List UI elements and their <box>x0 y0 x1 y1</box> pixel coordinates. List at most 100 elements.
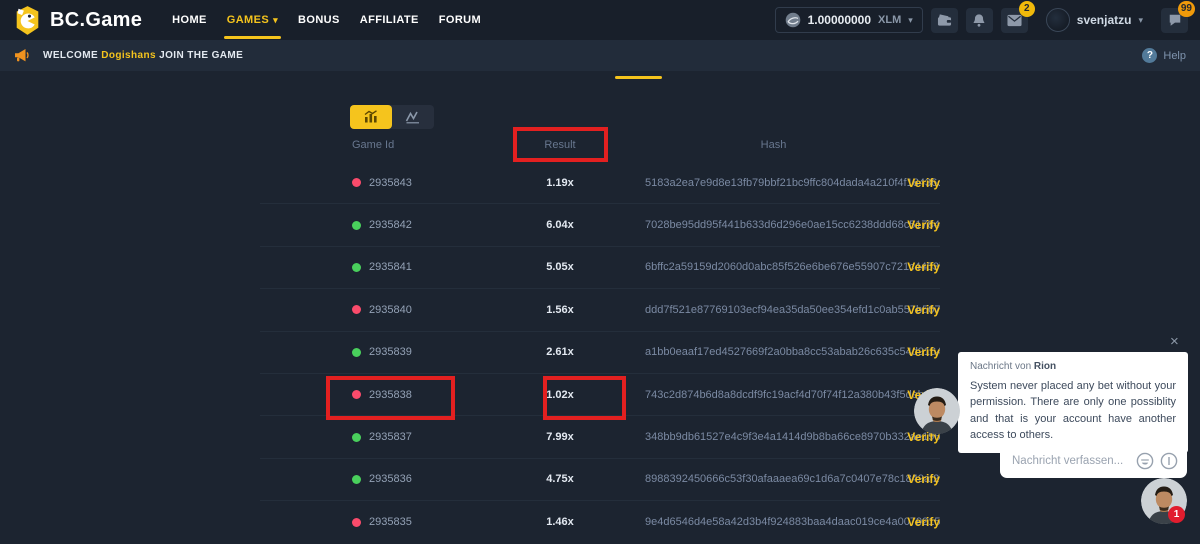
hash-value: 6bffc2a59159d2060d0abc85f526e6be676e5590… <box>645 261 940 273</box>
verify-link[interactable]: Verify <box>907 515 940 529</box>
verify-link[interactable]: Verify <box>907 218 940 232</box>
text-cursor-icon[interactable] <box>1160 452 1178 470</box>
hash-cell: 6bffc2a59159d2060d0abc85f526e6be676e5590… <box>630 261 940 273</box>
brand-logo[interactable]: BC.Game <box>14 5 142 36</box>
nav-games[interactable]: GAMES ▾ <box>227 0 278 40</box>
welcome-message: WELCOME Dogishans JOIN THE GAME <box>43 50 243 61</box>
result-value: 1.46x <box>546 516 574 528</box>
hash-value: 348bb9db61527e4c9f3e4a1414d9b8ba66ce8970… <box>645 431 940 443</box>
result-cell: 2.61x <box>490 346 630 358</box>
status-dot <box>352 518 361 527</box>
column-header-result: Result <box>490 139 630 151</box>
balance-selector[interactable]: 1.00000000 XLM ▾ <box>775 7 923 33</box>
bar-chart-icon <box>363 110 379 124</box>
result-cell: 1.19x <box>490 177 630 189</box>
nav-affiliate[interactable]: AFFILIATE <box>360 0 419 40</box>
question-mark-icon: ? <box>1142 48 1157 63</box>
chat-unread-badge: 1 <box>1168 506 1185 523</box>
chat-sender-name: Rion <box>1034 361 1056 372</box>
hash-value: 8988392450666c53f30afaaaea69c1d6a7c0407e… <box>645 473 940 485</box>
tab-indicator-line <box>615 76 662 79</box>
bcgame-logo-icon <box>14 5 41 36</box>
table-row: 2935836 4.75x 8988392450666c53f30afaaaea… <box>260 459 940 501</box>
table-row: 2935835 1.46x 9e4d6546d4e58a42d3b4f92488… <box>260 501 940 543</box>
game-id: 2935840 <box>369 304 412 316</box>
chat-sender-avatar <box>914 388 960 434</box>
table-row: 2935840 1.56x ddd7f521e87769103ecf94ea35… <box>260 289 940 331</box>
chart-view-tabs <box>350 105 434 129</box>
chat-input-container <box>1000 443 1187 478</box>
tab-line-chart[interactable] <box>392 105 434 129</box>
chat-message-text: System never placed any bet without your… <box>970 378 1176 443</box>
chat-from-line: Nachricht von Rion <box>970 361 1176 372</box>
verify-link[interactable]: Verify <box>907 345 940 359</box>
mail-button[interactable]: 2 <box>1001 8 1028 33</box>
result-value: 5.05x <box>546 261 574 273</box>
brand-name: BC.Game <box>50 9 142 32</box>
chat-badge: 99 <box>1178 1 1195 17</box>
chevron-down-icon: ▾ <box>1138 15 1143 26</box>
verify-link[interactable]: Verify <box>907 260 940 274</box>
game-id-cell: 2935840 <box>260 304 490 316</box>
chat-message-card: Nachricht von Rion System never placed a… <box>958 352 1188 453</box>
chat-from-label: Nachricht von <box>970 361 1031 372</box>
game-id-cell: 2935842 <box>260 219 490 231</box>
game-id-cell: 2935839 <box>260 346 490 358</box>
game-id: 2935839 <box>369 346 412 358</box>
help-label: Help <box>1163 50 1186 62</box>
result-value: 7.99x <box>546 431 574 443</box>
close-icon[interactable]: × <box>1170 334 1179 349</box>
nav-bonus[interactable]: BONUS <box>298 0 340 40</box>
nav-forum[interactable]: FORUM <box>439 0 481 40</box>
chevron-down-icon: ▾ <box>908 15 913 26</box>
table-row: 2935837 7.99x 348bb9db61527e4c9f3e4a1414… <box>260 416 940 458</box>
result-cell: 7.99x <box>490 431 630 443</box>
hash-value: 7028be95dd95f441b633d6d296e0ae15cc6238dd… <box>645 219 940 231</box>
status-dot <box>352 390 361 399</box>
result-value: 1.19x <box>546 177 574 189</box>
user-menu[interactable]: svenjatzu ▾ <box>1046 8 1143 32</box>
table-header-row: Game Id Result Hash <box>260 128 940 162</box>
result-value: 2.61x <box>546 346 574 358</box>
chat-toggle-button[interactable]: 99 <box>1161 8 1188 33</box>
verify-link[interactable]: Verify <box>907 303 940 317</box>
nav-home[interactable]: HOME <box>172 0 207 40</box>
top-nav-bar: BC.Game HOME GAMES ▾ BONUS AFFILIATE FOR… <box>0 0 1200 40</box>
game-id: 2935843 <box>369 177 412 189</box>
game-id: 2935836 <box>369 473 412 485</box>
status-dot <box>352 348 361 357</box>
megaphone-icon <box>14 48 31 63</box>
table-row: 2935839 2.61x a1bb0eaaf17ed4527669f2a0bb… <box>260 332 940 374</box>
tab-bar-chart[interactable] <box>350 105 392 129</box>
result-value: 6.04x <box>546 219 574 231</box>
table-row: 2935843 1.19x 5183a2ea7e9d8e13fb79bbf21b… <box>260 162 940 204</box>
result-cell: 1.02x <box>490 389 630 401</box>
envelope-icon <box>1007 14 1022 27</box>
main-nav: HOME GAMES ▾ BONUS AFFILIATE FORUM <box>172 0 481 40</box>
verify-link[interactable]: Verify <box>907 176 940 190</box>
table-row: 2935838 1.02x 743c2d874b6d8a8dcdf9fc19ac… <box>260 374 940 416</box>
chat-message-input[interactable] <box>1012 455 1130 467</box>
username: svenjatzu <box>1077 13 1132 27</box>
hash-cell: 743c2d874b6d8a8dcdf9fc19acf4d70f74f12a38… <box>630 389 940 401</box>
help-button[interactable]: ? Help <box>1142 48 1186 63</box>
results-table: Game Id Result Hash 2935843 1.19x 5183a2… <box>260 128 940 544</box>
bell-icon <box>972 13 986 28</box>
column-header-hash: Hash <box>630 139 940 151</box>
hash-cell: 348bb9db61527e4c9f3e4a1414d9b8ba66ce8970… <box>630 431 940 443</box>
top-right-cluster: 1.00000000 XLM ▾ 2 svenj <box>775 7 1188 33</box>
welcome-suffix: JOIN THE GAME <box>159 50 243 61</box>
table-row: 2935841 5.05x 6bffc2a59159d2060d0abc85f5… <box>260 247 940 289</box>
hash-cell: ddd7f521e87769103ecf94ea35da50ee354efd1c… <box>630 304 940 316</box>
wallet-button[interactable] <box>931 8 958 33</box>
user-avatar <box>1046 8 1070 32</box>
result-value: 1.02x <box>546 389 574 401</box>
game-id: 2935835 <box>369 516 412 528</box>
result-cell: 6.04x <box>490 219 630 231</box>
xlm-coin-icon <box>785 12 801 28</box>
status-dot <box>352 221 361 230</box>
emoji-icon[interactable] <box>1136 452 1154 470</box>
verify-link[interactable]: Verify <box>907 472 940 486</box>
notifications-button[interactable] <box>966 8 993 33</box>
hash-value: 5183a2ea7e9d8e13fb79bbf21bc9ffc804dada4a… <box>645 177 940 189</box>
